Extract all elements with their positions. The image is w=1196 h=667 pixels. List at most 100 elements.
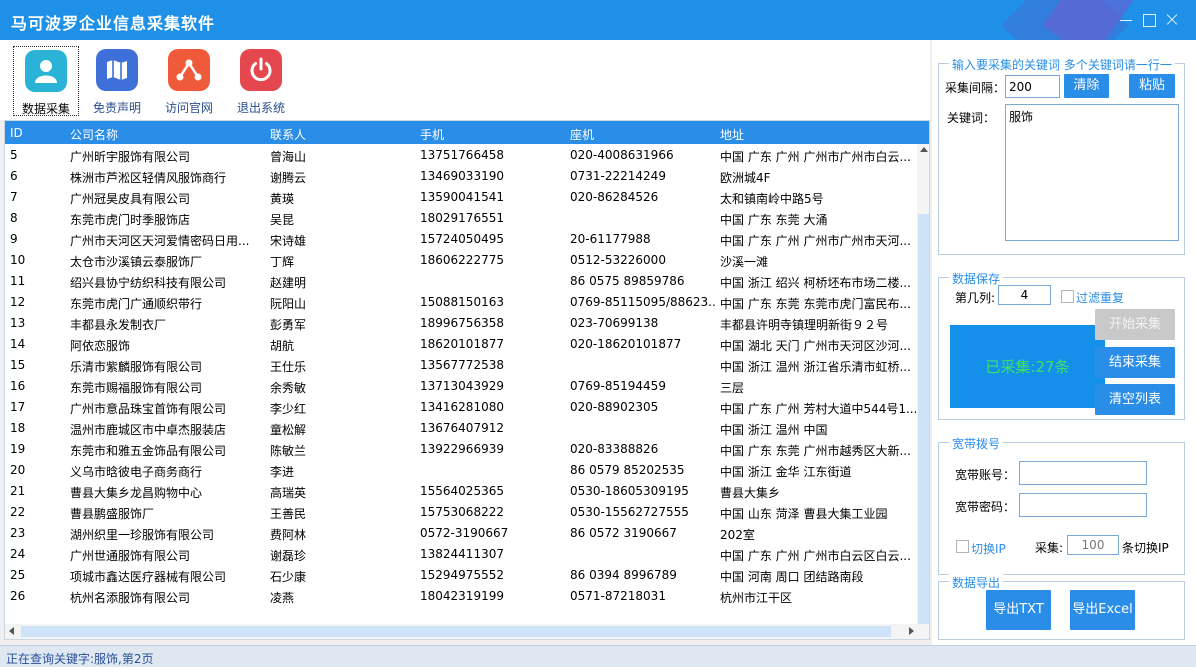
export-excel-button[interactable]: 导出Excel: [1070, 590, 1135, 630]
cell-id: 17: [10, 400, 26, 414]
horizontal-scrollbar[interactable]: [5, 624, 929, 639]
switch-interval-input[interactable]: [1067, 535, 1119, 555]
table-row[interactable]: 9 广州市天河区天河爱情密码日用... 宋诗雄 15724050495 20-61177…: [5, 228, 917, 249]
scroll-left-icon[interactable]: [9, 627, 14, 635]
cell-address: 中国 浙江 绍兴 柯桥坯布市场二楼...: [720, 276, 911, 290]
column-number-input[interactable]: [998, 285, 1051, 305]
toolbar-website-button[interactable]: 访问官网: [156, 46, 222, 116]
broadband-password-input[interactable]: [1019, 493, 1147, 517]
cell-company: 阿依恋服饰: [70, 339, 131, 353]
cell-id: 10: [10, 253, 26, 267]
table-row[interactable]: 6 株洲市芦淞区轻倩风服饰商行 谢腾云 13469033190 0731-2221424…: [5, 165, 917, 186]
switch-ip-checkbox[interactable]: [956, 540, 969, 553]
interval-input[interactable]: [1005, 75, 1060, 98]
user-icon: [25, 50, 67, 92]
cell-contact: 阮阳山: [270, 297, 307, 311]
close-icon[interactable]: [1163, 11, 1181, 29]
scrollbar-thumb[interactable]: [918, 214, 929, 624]
power-icon: [240, 49, 282, 91]
cell-address: 中国 湖北 天门 广州市天河区沙河...: [720, 339, 911, 353]
cell-contact: 李进: [270, 465, 295, 479]
table-row[interactable]: 22 曹县鹏盛服饰厂 王善民 15753068222 0530-15562727555 中…: [5, 501, 917, 522]
cell-id: 15: [10, 358, 26, 372]
filter-duplicate-checkbox[interactable]: [1061, 290, 1074, 303]
table-row[interactable]: 24 广州世通服饰有限公司 谢磊珍 13824411307 中国 广东 广州 广州市白云…: [5, 543, 917, 564]
column-header-address[interactable]: 地址: [720, 126, 916, 143]
cell-id: 26: [10, 589, 26, 603]
cell-id: 21: [10, 484, 26, 498]
table-row[interactable]: 11 绍兴县协宁纺织科技有限公司 赵建明 86 0575 89859786 中国 浙江 …: [5, 270, 917, 291]
toolbar-exit-button[interactable]: 退出系统: [228, 46, 294, 116]
paste-button[interactable]: 粘贴: [1129, 74, 1175, 98]
cell-company: 广州世通服饰有限公司: [70, 549, 191, 563]
toolbar-disclaimer-button[interactable]: 免责声明: [84, 46, 150, 116]
clear-list-button[interactable]: 清空列表: [1095, 384, 1175, 415]
broadband-account-input[interactable]: [1019, 461, 1147, 485]
table-row[interactable]: 17 广州市意品珠宝首饰有限公司 李少红 13416281080 020-8890230…: [5, 396, 917, 417]
cell-id: 16: [10, 379, 26, 393]
minimize-icon[interactable]: [1117, 11, 1135, 29]
table-row[interactable]: 20 义乌市晗彼电子商务商行 李进 86 0579 85202535 中国 浙江 金华 …: [5, 459, 917, 480]
start-collect-button[interactable]: 开始采集: [1095, 309, 1175, 340]
cell-mobile: 13590041541: [420, 190, 504, 204]
cell-contact: 宋诗雄: [270, 234, 307, 248]
clear-button[interactable]: 清除: [1064, 74, 1109, 98]
scrollbar-thumb[interactable]: [21, 626, 891, 637]
cell-id: 18: [10, 421, 26, 435]
keyword-textarea[interactable]: 服饰: [1005, 104, 1179, 241]
cell-contact: 谢磊珍: [270, 549, 307, 563]
scroll-right-icon[interactable]: [909, 627, 914, 635]
column-header-company[interactable]: 公司名称: [70, 126, 265, 143]
table-row[interactable]: 13 丰都县永发制衣厂 彭勇军 18996756358 023-70699138 丰都县许…: [5, 312, 917, 333]
cell-address: 三层: [720, 381, 745, 395]
table-row[interactable]: 10 太仓市沙溪镇云泰服饰厂 丁辉 18606222775 0512-53226000 沙…: [5, 249, 917, 270]
table-row[interactable]: 25 项城市鑫达医疗器械有限公司 石少康 15294975552 86 0394 899…: [5, 564, 917, 585]
table-row[interactable]: 16 东莞市赐福服饰有限公司 余秀敏 13713043929 0769-85194459…: [5, 375, 917, 396]
status-bar: 正在查询关键字:服饰,第2页: [0, 645, 1196, 667]
table-row[interactable]: 5 广州昕宇服饰有限公司 曾海山 13751766458 020-4008631966 中…: [5, 144, 917, 165]
table-row[interactable]: 21 曹县大集乡龙昌购物中心 高瑞英 15564025365 0530-18605309…: [5, 480, 917, 501]
broadband-password-label: 宽带密码：: [955, 500, 1016, 514]
window-title: 马可波罗企业信息采集软件: [11, 14, 216, 33]
cell-contact: 陈敏兰: [270, 444, 307, 458]
scroll-up-icon[interactable]: [920, 147, 928, 152]
table-row[interactable]: 18 温州市鹿城区市中卓杰服装店 童松解 13676407912 中国 浙江 温州 中国: [5, 417, 917, 438]
toolbar-collect-button[interactable]: 数据采集: [13, 46, 79, 116]
export-txt-button[interactable]: 导出TXT: [986, 590, 1051, 630]
broadband-account-label: 宽带账号：: [955, 468, 1016, 482]
title-bar: 马可波罗企业信息采集软件: [0, 0, 1196, 40]
column-header-landline[interactable]: 座机: [570, 126, 715, 143]
cell-company: 广州市天河区天河爱情密码日用...: [70, 234, 250, 248]
table-row[interactable]: 12 东莞市虎门广通顺织带行 阮阳山 15088150163 0769-85115095…: [5, 291, 917, 312]
cell-company: 广州昕宇服饰有限公司: [70, 150, 191, 164]
table-row[interactable]: 26 杭州名添服饰有限公司 凌燕 18042319199 0571-87218031 杭州…: [5, 585, 917, 606]
cell-address: 丰都县许明寺镇理明新街９２号: [720, 318, 889, 332]
stop-collect-button[interactable]: 结束采集: [1095, 347, 1175, 378]
data-save-group: 数据保存 第几列: 过滤重复 已采集:27条 开始采集 结束采集 清空列表: [938, 270, 1185, 420]
cell-contact: 李少红: [270, 402, 307, 416]
vertical-scrollbar[interactable]: [917, 144, 929, 624]
table-row[interactable]: 15 乐清市紫麟服饰有限公司 王仕乐 13567772538 中国 浙江 温州 浙江省乐…: [5, 354, 917, 375]
table-row[interactable]: 14 阿依恋服饰 胡航 18620101877 020-18620101877 中国 湖北…: [5, 333, 917, 354]
column-header-mobile[interactable]: 手机: [420, 126, 560, 143]
cell-company: 东莞市虎门时季服饰店: [70, 213, 191, 227]
column-header-contact[interactable]: 联系人: [270, 126, 410, 143]
table-row[interactable]: 7 广州冠昊皮具有限公司 黄瑛 13590041541 020-86284526 太和镇南…: [5, 186, 917, 207]
collect-count-label: 采集:: [1035, 541, 1064, 555]
table-row[interactable]: 8 东莞市虎门时季服饰店 吴昆 18029176551 中国 广东 东莞 大涌: [5, 207, 917, 228]
keyword-label: 关键词：: [947, 111, 996, 125]
table-row[interactable]: 23 湖州织里一珍服饰有限公司 费阿林 0572-3190667 86 0572 319…: [5, 522, 917, 543]
maximize-icon[interactable]: [1140, 11, 1158, 29]
cell-mobile: 18042319199: [420, 589, 504, 603]
table-row[interactable]: 19 东莞市和雅五金饰品有限公司 陈敏兰 13922966939 020-8338882…: [5, 438, 917, 459]
cell-address: 欧洲城4F: [720, 171, 771, 185]
cell-mobile: 15724050495: [420, 232, 504, 246]
cell-id: 6: [10, 169, 18, 183]
cell-mobile: 15564025365: [420, 484, 504, 498]
cell-id: 20: [10, 463, 26, 477]
cell-landline: 86 0575 89859786: [570, 274, 685, 288]
column-header-id[interactable]: ID: [10, 126, 60, 140]
cell-address: 中国 河南 周口 团结路南段: [720, 570, 864, 584]
toolbar-exit-label: 退出系统: [236, 101, 285, 115]
results-table[interactable]: ID 公司名称 联系人 手机 座机 地址 5 广州昕宇服饰有限公司 曾海山 13751…: [4, 120, 930, 640]
